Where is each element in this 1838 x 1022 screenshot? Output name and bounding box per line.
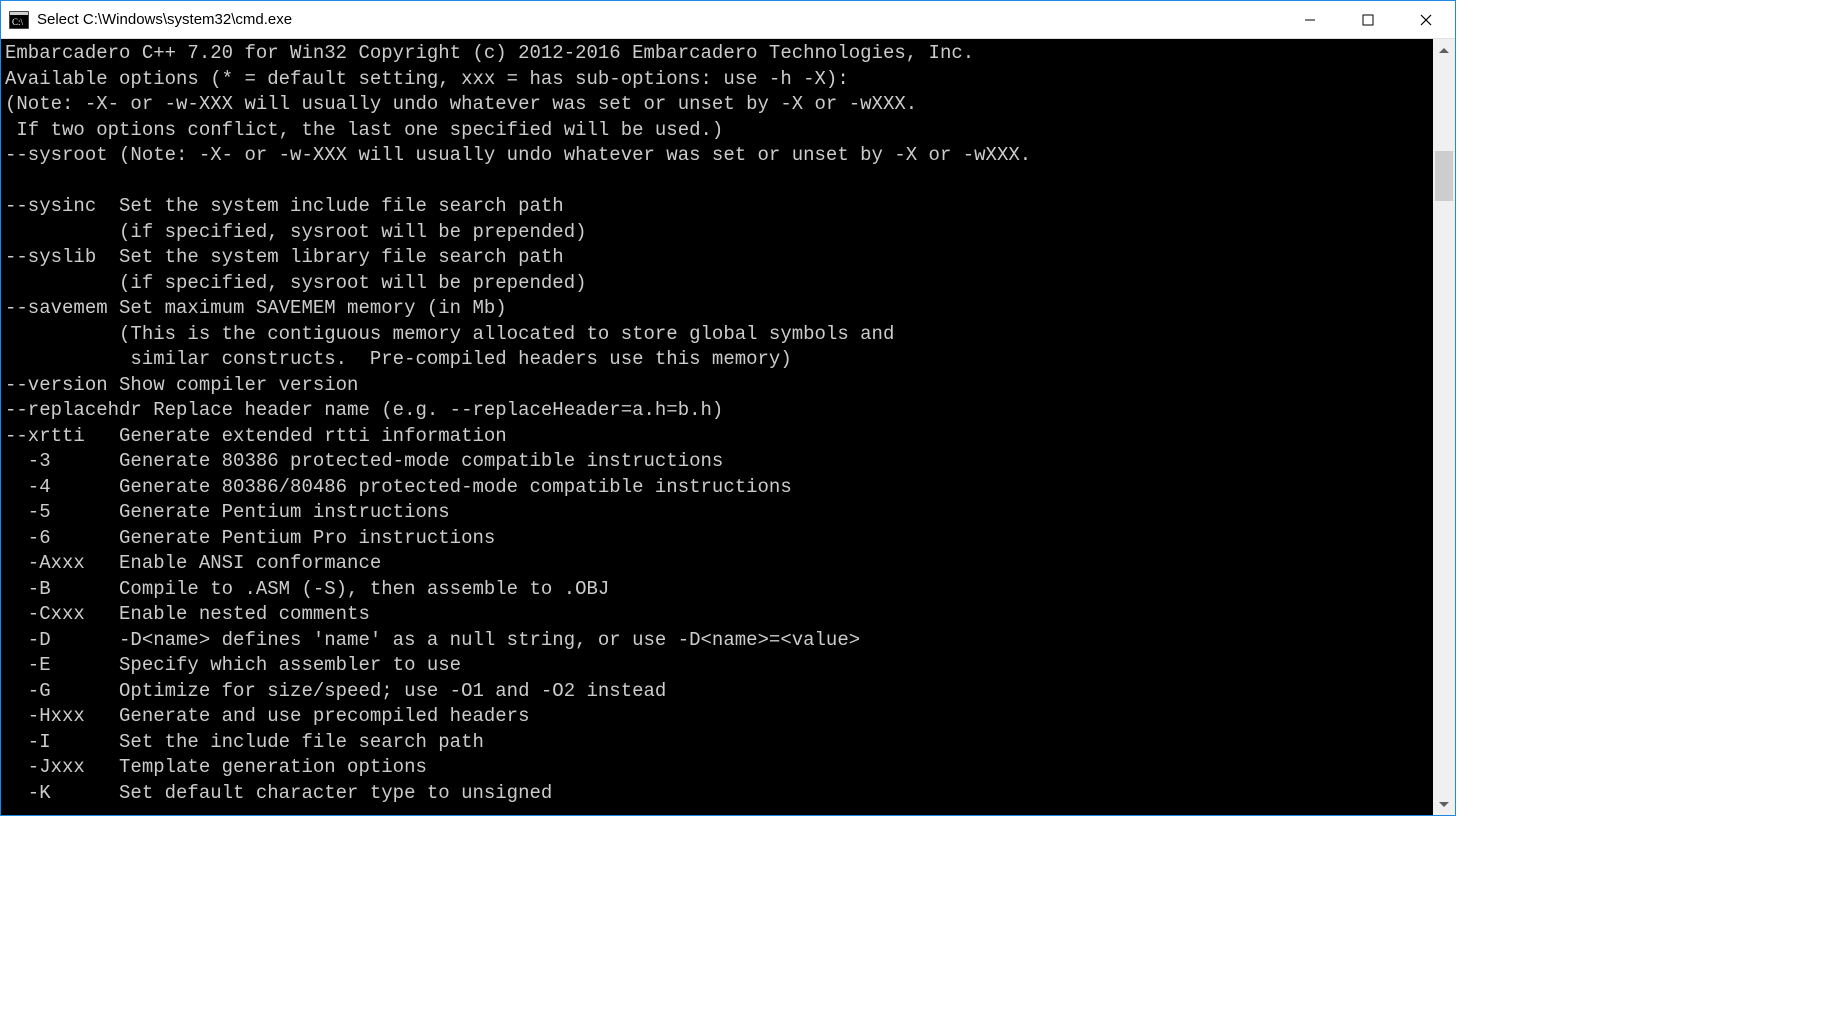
console-area: Embarcadero C++ 7.20 for Win32 Copyright… [1,39,1455,815]
vertical-scrollbar[interactable] [1433,39,1455,815]
maximize-button[interactable] [1339,1,1397,38]
chevron-up-icon [1439,48,1449,53]
cmd-window: C:\ Select C:\Windows\system32\cmd.exe E… [0,0,1456,816]
scroll-track[interactable] [1433,61,1455,793]
window-title: Select C:\Windows\system32\cmd.exe [37,11,1281,28]
titlebar[interactable]: C:\ Select C:\Windows\system32\cmd.exe [1,1,1455,39]
window-controls [1281,1,1455,38]
close-button[interactable] [1397,1,1455,38]
minimize-button[interactable] [1281,1,1339,38]
cmd-icon: C:\ [9,11,29,29]
scroll-up-button[interactable] [1433,39,1455,61]
chevron-down-icon [1439,802,1449,807]
scroll-thumb[interactable] [1435,151,1453,201]
svg-text:C:\: C:\ [12,17,24,27]
console-output[interactable]: Embarcadero C++ 7.20 for Win32 Copyright… [1,39,1433,815]
scroll-down-button[interactable] [1433,793,1455,815]
